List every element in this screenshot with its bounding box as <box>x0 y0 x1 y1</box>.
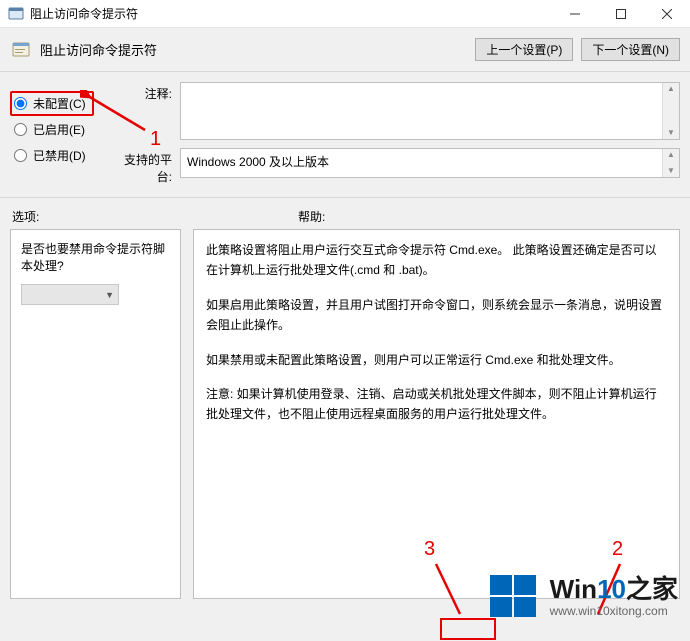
radio-enabled-row: 已启用(E) <box>10 116 120 142</box>
radio-disabled-label: 已禁用(D) <box>33 147 86 164</box>
platform-label: 支持的平台: <box>120 148 180 185</box>
fields-column: 注释: ▲▼ 支持的平台: Windows 2000 及以上版本 ▲▼ <box>120 82 680 197</box>
next-setting-button[interactable]: 下一个设置(N) <box>581 38 680 61</box>
maximize-button[interactable] <box>598 0 644 28</box>
radio-disabled-row: 已禁用(D) <box>10 142 120 168</box>
radio-enabled[interactable] <box>14 123 27 136</box>
radio-disabled[interactable] <box>14 149 27 162</box>
help-label: 帮助: <box>298 208 325 225</box>
radio-not-configured[interactable] <box>14 97 27 110</box>
platform-box: Windows 2000 及以上版本 ▲▼ <box>180 148 680 178</box>
chevron-down-icon: ▼ <box>105 290 114 300</box>
help-pane[interactable]: 此策略设置将阻止用户运行交互式命令提示符 Cmd.exe。 此策略设置还确定是否… <box>193 229 680 599</box>
config-region: 未配置(C) 已启用(E) 已禁用(D) 注释: ▲▼ 支持的平台: Windo… <box>0 72 690 198</box>
highlight-not-configured: 未配置(C) <box>10 91 94 116</box>
highlight-ok-button <box>440 618 496 640</box>
help-paragraph: 此策略设置将阻止用户运行交互式命令提示符 Cmd.exe。 此策略设置还确定是否… <box>206 240 667 281</box>
platform-scrollbar[interactable]: ▲▼ <box>662 149 679 177</box>
radio-not-configured-label: 未配置(C) <box>33 95 86 112</box>
comment-scrollbar[interactable]: ▲▼ <box>662 83 679 139</box>
pane-labels: 选项: 帮助: <box>0 198 690 229</box>
prev-setting-button[interactable]: 上一个设置(P) <box>475 38 573 61</box>
window-title: 阻止访问命令提示符 <box>30 5 138 22</box>
close-button[interactable] <box>644 0 690 28</box>
window-controls <box>552 0 690 27</box>
help-paragraph: 如果启用此策略设置，并且用户试图打开命令窗口，则系统会显示一条消息，说明设置会阻… <box>206 295 667 336</box>
policy-icon <box>10 39 32 61</box>
state-column: 未配置(C) 已启用(E) 已禁用(D) <box>10 82 120 197</box>
panes: 是否也要禁用命令提示符脚本处理? ▼ 此策略设置将阻止用户运行交互式命令提示符 … <box>0 229 690 599</box>
options-pane: 是否也要禁用命令提示符脚本处理? ▼ <box>10 229 181 599</box>
options-question: 是否也要禁用命令提示符脚本处理? <box>21 240 170 274</box>
options-combobox[interactable]: ▼ <box>21 284 119 305</box>
app-icon <box>8 6 24 22</box>
platform-value: Windows 2000 及以上版本 <box>187 155 329 169</box>
header-row: 阻止访问命令提示符 上一个设置(P) 下一个设置(N) <box>0 28 690 72</box>
titlebar: 阻止访问命令提示符 <box>0 0 690 28</box>
radio-not-configured-row: 未配置(C) <box>10 90 120 116</box>
help-paragraph: 注意: 如果计算机使用登录、注销、启动或关机批处理文件脚本，则不阻止计算机运行批… <box>206 384 667 425</box>
header-title: 阻止访问命令提示符 <box>40 40 157 59</box>
help-paragraph: 如果禁用或未配置此策略设置，则用户可以正常运行 Cmd.exe 和批处理文件。 <box>206 350 667 370</box>
radio-enabled-label: 已启用(E) <box>33 121 85 138</box>
options-label: 选项: <box>12 208 298 225</box>
watermark-url: www.win10xitong.com <box>550 604 678 618</box>
comment-label: 注释: <box>120 82 180 102</box>
minimize-button[interactable] <box>552 0 598 28</box>
comment-textarea[interactable]: ▲▼ <box>180 82 680 140</box>
